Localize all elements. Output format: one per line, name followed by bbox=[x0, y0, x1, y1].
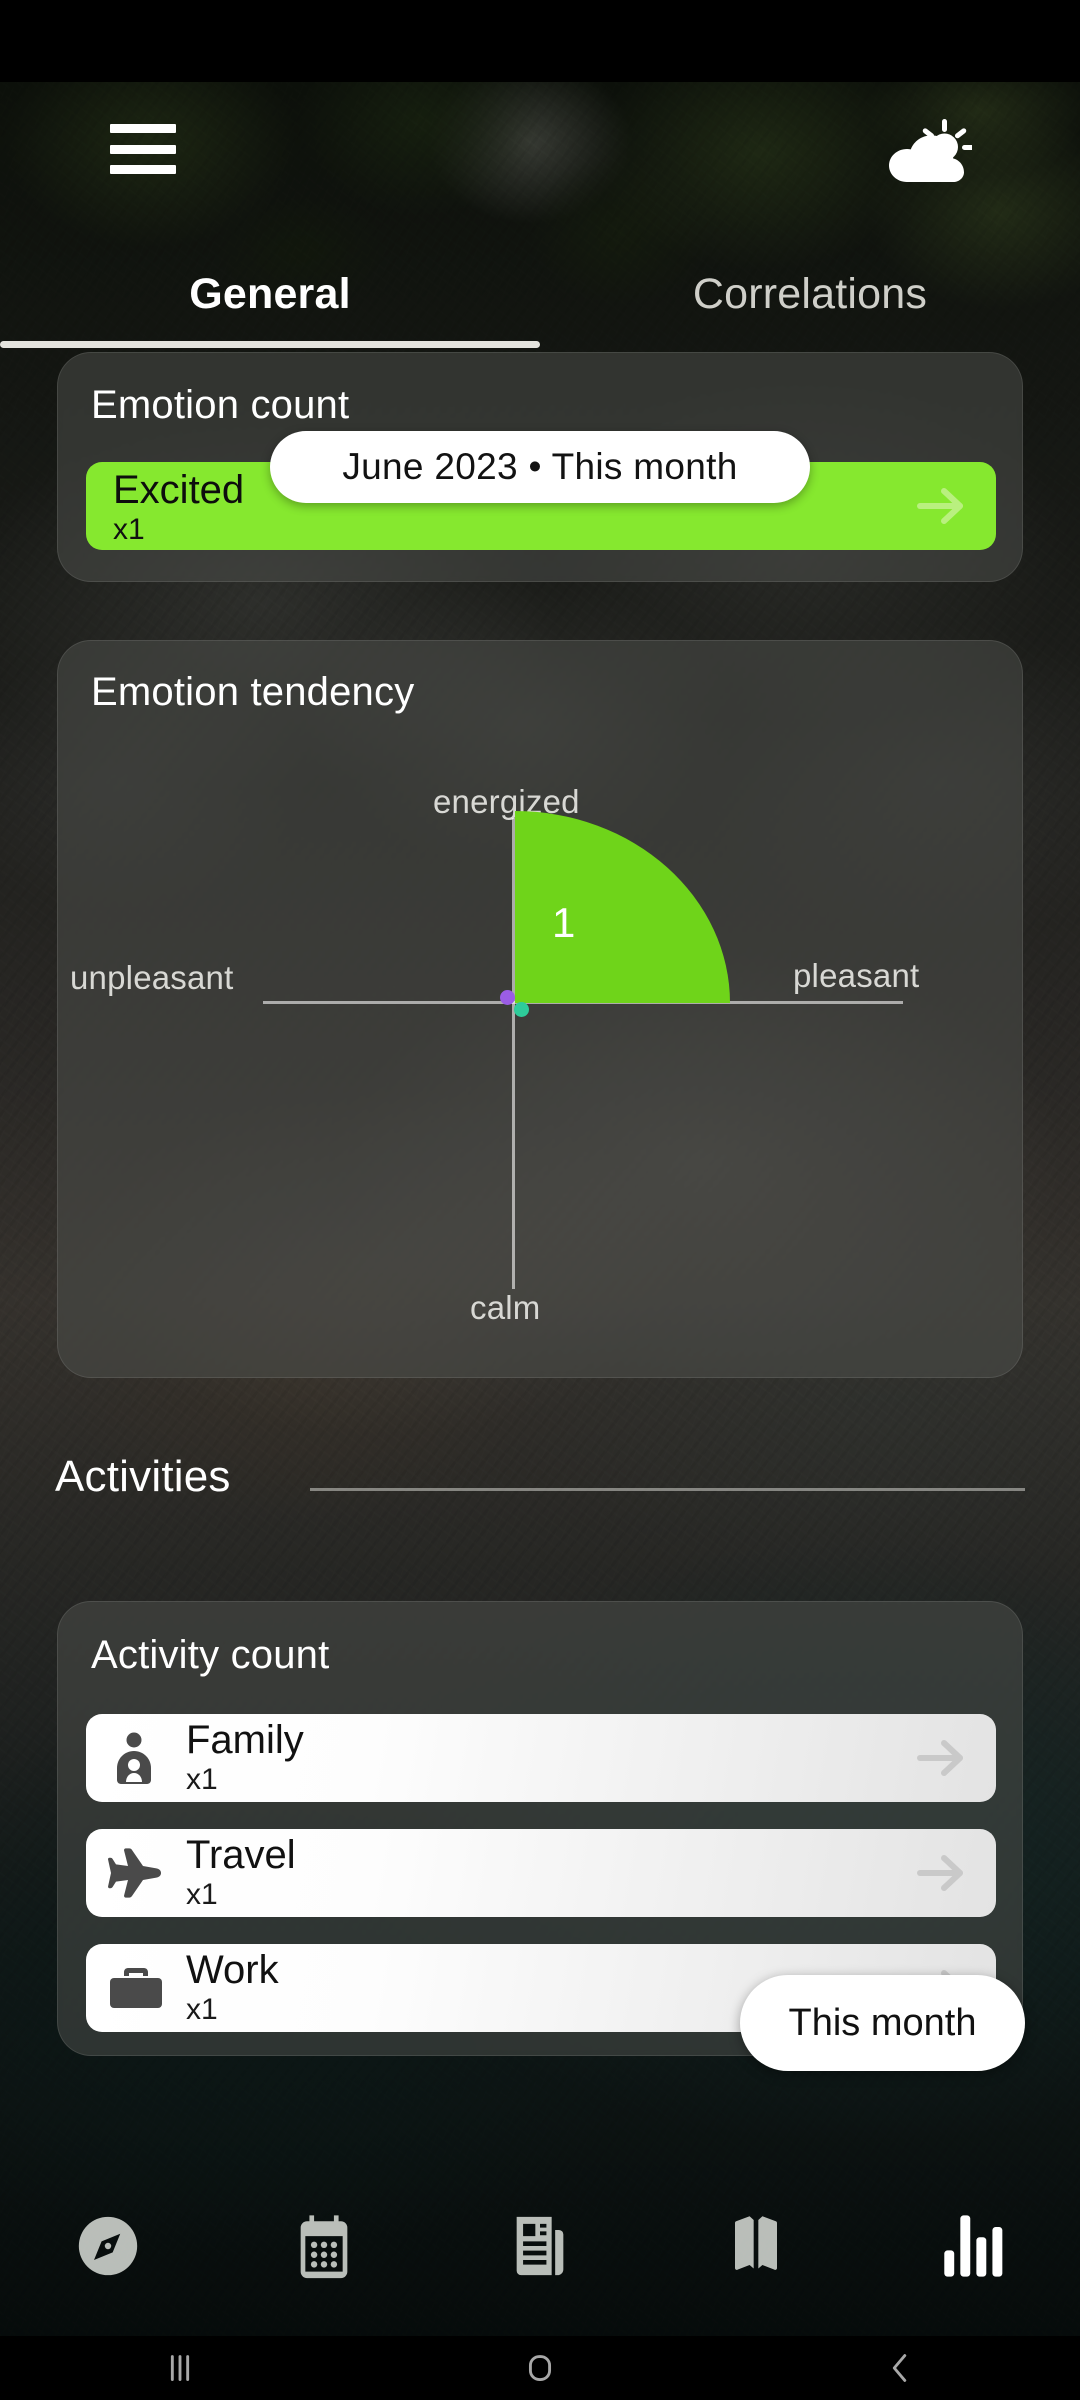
axis-label-pleasant: pleasant bbox=[793, 957, 920, 994]
airplane-icon bbox=[108, 1847, 164, 1899]
quadrant-sector-pleasant-energized bbox=[515, 811, 730, 1003]
tab-active-indicator bbox=[0, 341, 540, 348]
date-range-pill[interactable]: June 2023 • This month bbox=[270, 431, 810, 503]
origin-dot-teal bbox=[514, 1002, 529, 1017]
quadrant-sector-value: 1 bbox=[552, 899, 576, 946]
bottom-navigation-bar bbox=[0, 2160, 1080, 2336]
compass-icon bbox=[73, 2211, 143, 2286]
period-filter-pill[interactable]: This month bbox=[740, 1975, 1025, 2071]
arrow-right-icon bbox=[916, 1851, 968, 1895]
partly-cloudy-icon[interactable] bbox=[880, 116, 975, 188]
activity-count-value: x1 bbox=[186, 1763, 218, 1796]
recents-icon[interactable] bbox=[0, 2345, 360, 2391]
arrow-right-icon bbox=[916, 484, 968, 528]
activities-section-header: Activities bbox=[0, 1452, 1080, 1528]
activities-section-title: Activities bbox=[55, 1452, 231, 1501]
activity-row-family[interactable]: Family x1 bbox=[86, 1714, 996, 1802]
home-icon[interactable] bbox=[360, 2345, 720, 2391]
activity-name: Work bbox=[186, 1948, 279, 1992]
emotion-row-label: Excited bbox=[113, 468, 245, 512]
activity-name: Travel bbox=[186, 1833, 296, 1877]
tab-correlations[interactable]: Correlations bbox=[540, 248, 1080, 340]
family-person-icon bbox=[108, 1732, 164, 1784]
activity-count-title: Activity count bbox=[91, 1633, 330, 1677]
emotion-quadrant-chart: energized unpleasant pleasant calm 1 bbox=[58, 641, 1024, 1379]
activity-row-travel[interactable]: Travel x1 bbox=[86, 1829, 996, 1917]
nav-item-compass[interactable] bbox=[0, 2160, 216, 2336]
nav-item-diary[interactable] bbox=[648, 2160, 864, 2336]
axis-label-calm: calm bbox=[470, 1289, 541, 1326]
app-header bbox=[0, 82, 1080, 272]
emotion-row-count: x1 bbox=[113, 513, 145, 546]
activity-name: Family bbox=[186, 1718, 304, 1762]
nav-item-statistics[interactable] bbox=[864, 2160, 1080, 2336]
emotion-count-title: Emotion count bbox=[91, 383, 350, 427]
status-bar bbox=[0, 0, 1080, 82]
emotion-tendency-card: Emotion tendency energized unpleasant pl… bbox=[57, 640, 1023, 1378]
nav-item-calendar[interactable] bbox=[216, 2160, 432, 2336]
nav-item-entries[interactable] bbox=[432, 2160, 648, 2336]
news-article-icon bbox=[505, 2211, 575, 2286]
tab-general[interactable]: General bbox=[0, 248, 540, 340]
axis-label-unpleasant: unpleasant bbox=[70, 959, 234, 996]
open-book-icon bbox=[721, 2211, 791, 2286]
system-navigation-bar bbox=[0, 2336, 1080, 2400]
bar-chart-icon bbox=[937, 2211, 1007, 2286]
back-chevron-icon[interactable] bbox=[720, 2345, 1080, 2391]
activity-count-value: x1 bbox=[186, 1878, 218, 1911]
section-divider bbox=[310, 1488, 1025, 1491]
briefcase-icon bbox=[108, 1962, 164, 2014]
tab-bar: General Correlations bbox=[0, 248, 1080, 352]
hamburger-menu-icon[interactable] bbox=[110, 124, 176, 174]
calendar-icon bbox=[289, 2211, 359, 2286]
menu-bar-2 bbox=[110, 144, 176, 154]
activity-count-value: x1 bbox=[186, 1993, 218, 2026]
menu-bar-1 bbox=[110, 124, 176, 133]
app-screen: General Correlations Emotion count Excit… bbox=[0, 0, 1080, 2400]
menu-bar-3 bbox=[110, 165, 176, 174]
arrow-right-icon bbox=[916, 1736, 968, 1780]
origin-dot-purple bbox=[500, 990, 515, 1005]
